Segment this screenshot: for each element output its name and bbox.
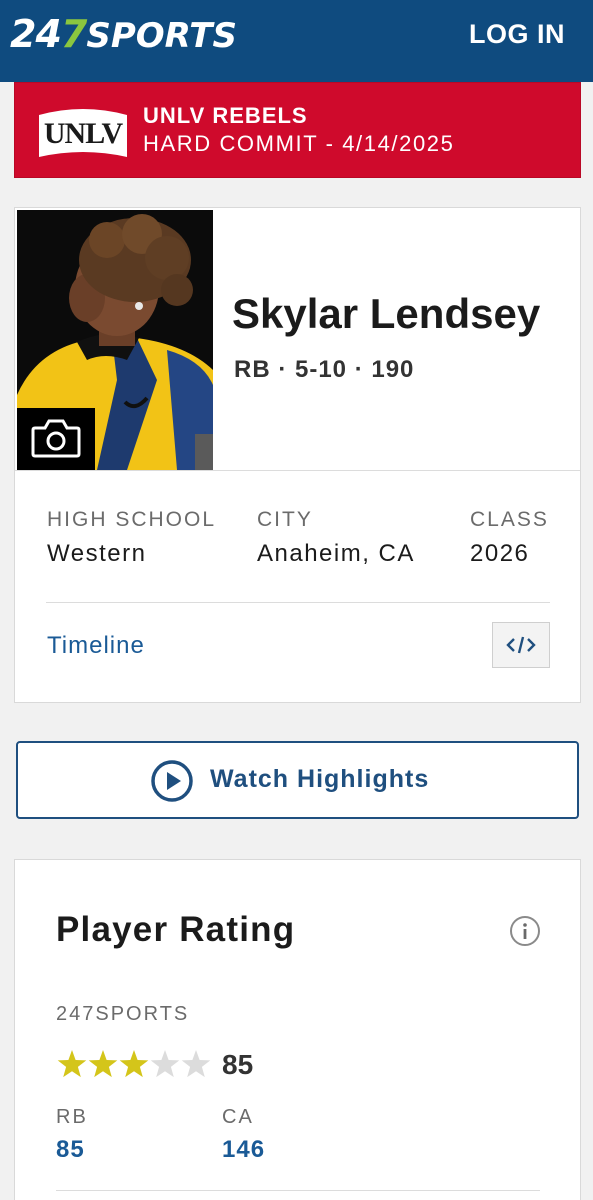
- class-value: 2026: [470, 540, 530, 567]
- camera-icon-button[interactable]: [17, 408, 95, 470]
- class-label: CLASS: [470, 508, 549, 531]
- star-empty-icon: [150, 1050, 180, 1078]
- position-rank-value[interactable]: 85: [56, 1136, 85, 1164]
- play-circle-icon: [151, 760, 193, 802]
- logo-sports-text: SPORTS: [86, 16, 237, 56]
- player-name: Skylar Lendsey: [232, 290, 541, 337]
- player-position-height-weight: RB · 5-10 · 190: [234, 356, 415, 383]
- rating-source-label: 247SPORTS: [56, 1003, 190, 1025]
- divider: [15, 470, 580, 471]
- commit-team-name: UNLV REBELS: [143, 103, 308, 128]
- player-photo[interactable]: [17, 210, 213, 470]
- unlv-logo: UNLV: [39, 109, 127, 157]
- logo-number-7: 7: [60, 12, 87, 56]
- commit-banner[interactable]: UNLV UNLV REBELS HARD COMMIT - 4/14/2025: [14, 82, 581, 178]
- site-header: 247SPORTS LOG IN: [0, 0, 593, 82]
- embed-button[interactable]: [492, 622, 550, 668]
- divider: [46, 602, 550, 603]
- login-button[interactable]: LOG IN: [469, 18, 565, 50]
- code-embed-icon: [506, 636, 536, 654]
- player-rating-card: Player Rating 247SPORTS 85 RB 85 CA 146: [14, 859, 581, 1200]
- info-icon[interactable]: [509, 915, 541, 947]
- star-filled-icon: [57, 1050, 87, 1078]
- site-logo[interactable]: 247SPORTS: [10, 12, 237, 58]
- star-filled-icon: [119, 1050, 149, 1078]
- timeline-link[interactable]: Timeline: [47, 632, 145, 660]
- player-card: Skylar Lendsey RB · 5-10 · 190 HIGH SCHO…: [14, 207, 581, 703]
- high-school-label: HIGH SCHOOL: [47, 508, 217, 531]
- star-rating: [57, 1050, 211, 1078]
- watch-highlights-label: Watch Highlights: [210, 765, 430, 793]
- city-value: Anaheim, CA: [257, 540, 415, 567]
- position-rank-label: RB: [56, 1106, 88, 1128]
- state-rank-label: CA: [222, 1106, 254, 1128]
- divider: [56, 1190, 540, 1191]
- rating-score: 85: [222, 1049, 254, 1080]
- logo-number-24: 24: [10, 12, 62, 56]
- star-empty-icon: [181, 1050, 211, 1078]
- unlv-logo-text: UNLV: [44, 117, 124, 150]
- commit-status: HARD COMMIT - 4/14/2025: [143, 131, 455, 156]
- camera-icon: [31, 419, 81, 458]
- state-rank-value[interactable]: 146: [222, 1136, 265, 1164]
- player-rating-title: Player Rating: [56, 910, 296, 949]
- city-label: CITY: [257, 508, 313, 531]
- high-school-value: Western: [47, 540, 147, 567]
- star-filled-icon: [88, 1050, 118, 1078]
- watch-highlights-button[interactable]: Watch Highlights: [16, 741, 579, 819]
